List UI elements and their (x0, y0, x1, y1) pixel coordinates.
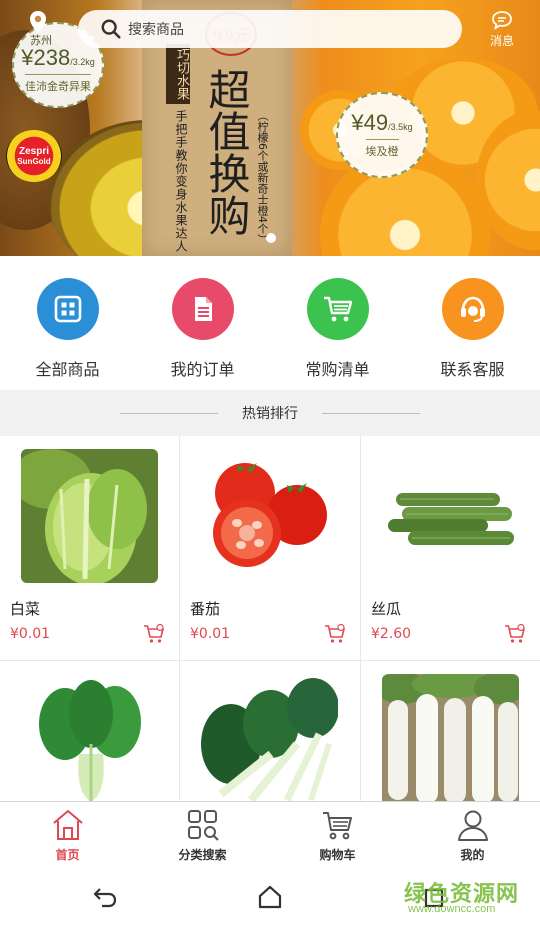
add-to-cart-icon[interactable] (324, 624, 346, 644)
badge-price: ¥49/3.5kg (351, 109, 413, 135)
back-icon[interactable] (92, 886, 118, 908)
product-card[interactable] (361, 661, 540, 801)
search-bar[interactable]: 搜索商品 (78, 10, 462, 48)
product-price: ¥2.60 (371, 626, 412, 642)
product-image-cabbage (21, 449, 158, 583)
product-price: ¥0.01 (190, 626, 231, 642)
zespri-logo: Zespri SunGold (6, 130, 62, 182)
poster-note: （柠檬6个或新奇士橙4个） (256, 110, 269, 245)
tab-home[interactable]: 首页 (0, 802, 135, 868)
quick-menu: 全部商品 我的订单 常购清单 联系客服 (0, 256, 540, 390)
product-price: ¥0.01 (10, 626, 51, 642)
product-card[interactable]: 番茄 ¥0.01 (180, 436, 360, 660)
product-image-loofah (382, 449, 519, 583)
tab-label: 分类搜索 (178, 848, 227, 862)
messages-button[interactable]: 消息 (484, 10, 520, 49)
quick-menu-label: 联系客服 (440, 360, 505, 379)
quick-menu-label: 全部商品 (35, 360, 100, 379)
poster-title: 超值换购 (202, 68, 251, 236)
price-badge-orange: ¥49/3.5kg 埃及橙 (336, 92, 428, 178)
quick-menu-label: 我的订单 (170, 360, 235, 379)
section-title: 热销排行 (242, 406, 298, 422)
tab-label: 首页 (55, 848, 80, 862)
divider (322, 412, 420, 414)
product-card[interactable]: 丝瓜 ¥2.60 (361, 436, 540, 660)
watermark-url: www.downcc.com (408, 903, 496, 915)
location-pin-icon[interactable] (28, 10, 48, 34)
badge-product-name: 埃及橙 (365, 138, 399, 159)
poster-subtitle: 手把手教你变身水果达人 (174, 110, 188, 253)
tab-category-search[interactable]: 分类搜索 (135, 802, 270, 868)
quick-menu-my-orders[interactable]: 我的订单 (135, 256, 270, 390)
hot-sales-header: 热销排行 (0, 390, 540, 436)
divider (120, 412, 218, 414)
quick-menu-customer-service[interactable]: 联系客服 (405, 256, 540, 390)
messages-label: 消息 (489, 34, 514, 48)
promo-banner[interactable]: 9.9元 巧切水果 手把手教你变身水果达人 超值换购 （柠檬6个或新奇士橙4个）… (0, 0, 540, 256)
badge-city: 苏州 (30, 34, 52, 47)
chat-bubble-icon (492, 11, 512, 30)
home-icon (52, 810, 83, 840)
carousel-indicator-dot[interactable] (266, 233, 276, 243)
tab-label: 我的 (460, 848, 485, 862)
tab-mine[interactable]: 我的 (405, 802, 540, 868)
search-placeholder: 搜索商品 (128, 22, 184, 38)
product-card[interactable] (0, 661, 179, 801)
grid-icon (36, 278, 99, 340)
quick-menu-label: 常购清单 (305, 360, 370, 379)
add-to-cart-icon[interactable] (504, 624, 526, 644)
category-search-icon (187, 810, 219, 841)
add-to-cart-icon[interactable] (143, 624, 165, 644)
poster-tag: 巧切水果 (166, 44, 190, 104)
product-card[interactable] (180, 661, 360, 801)
bottom-tab-bar: 首页 分类搜索 购物车 我的 (0, 801, 540, 868)
cart-icon (306, 278, 369, 340)
product-name: 白菜 (10, 600, 41, 618)
product-image-greens (201, 674, 338, 801)
search-icon (101, 19, 121, 39)
product-image-tomato (201, 449, 338, 583)
home-nav-icon[interactable] (258, 885, 282, 909)
product-image-radish (382, 674, 519, 801)
user-icon (457, 810, 488, 841)
document-icon (171, 278, 234, 340)
tab-label: 购物车 (319, 848, 356, 862)
product-card[interactable]: 白菜 ¥0.01 (0, 436, 179, 660)
headset-icon (441, 278, 504, 340)
quick-menu-all-products[interactable]: 全部商品 (0, 256, 135, 390)
badge-product-name: 佳沛金奇异果 (25, 73, 91, 94)
shopping-cart-icon (322, 812, 352, 840)
product-grid: 白菜 ¥0.01 番茄 ¥0.01 丝瓜 ¥2.60 (0, 436, 540, 801)
product-image-bok-choy (21, 674, 158, 801)
product-name: 丝瓜 (371, 600, 402, 618)
product-name: 番茄 (190, 600, 221, 618)
badge-price: ¥238/3.2kg (21, 44, 95, 70)
quick-menu-frequent-list[interactable]: 常购清单 (270, 256, 405, 390)
tab-cart[interactable]: 购物车 (270, 802, 405, 868)
